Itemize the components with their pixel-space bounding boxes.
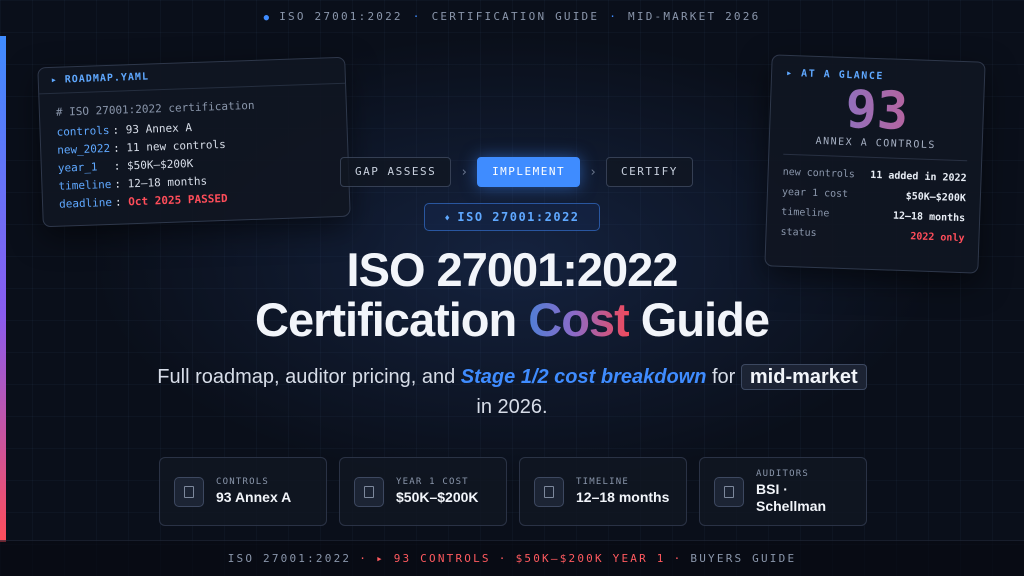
step-implement[interactable]: IMPLEMENT	[477, 157, 581, 187]
page-title-line-1: ISO 27001:2022	[346, 243, 679, 296]
top-strip: ● ISO 27001:2022 · CERTIFICATION GUIDE · MID-…	[263, 10, 761, 23]
stat-card-year-1-cost: YEAR 1 COST $50K–$200K	[339, 457, 507, 526]
subtitle: Full roadmap, auditor pricing, and Stage…	[112, 362, 912, 422]
top-strip-item: MID-MARKET 2026	[628, 10, 761, 23]
stat-card-timeline: TIMELINE 12–18 months	[519, 457, 687, 526]
step-gap-assess[interactable]: GAP ASSESS	[340, 157, 452, 187]
standard-tag: ♦ ISO 27001:2022	[424, 203, 600, 231]
stat-card-auditors: AUDITORS BSI · Schellman	[699, 457, 867, 526]
top-strip-item: ISO 27001:2022	[279, 10, 403, 23]
process-steps: GAP ASSESS › IMPLEMENT › CERTIFY	[340, 157, 693, 187]
document-icon	[714, 476, 744, 507]
glance-big-number: 93	[784, 80, 970, 142]
chevron-right-icon: ›	[589, 164, 597, 180]
step-certify[interactable]: CERTIFY	[606, 157, 693, 187]
stat-card-controls: CONTROLS 93 Annex A	[159, 457, 327, 526]
title-accent-word: Cost	[528, 293, 629, 346]
top-strip-item: CERTIFICATION GUIDE	[431, 10, 600, 23]
roadmap-yaml-card: ▸ ROADMAP.YAML # ISO 27001:2022 certific…	[37, 56, 351, 228]
document-icon	[174, 476, 204, 507]
document-icon	[534, 476, 564, 507]
status-dot-icon: ●	[263, 13, 272, 23]
chevron-right-icon: ›	[460, 164, 469, 180]
bottom-strip: ISO 27001:2022 · ▸ 93 CONTROLS · $50K–$200K …	[0, 540, 1024, 576]
at-a-glance-card: ▸ AT A GLANCE 93 ANNEX A CONTROLS new co…	[764, 54, 986, 274]
mid-market-chip: mid-market	[740, 364, 867, 390]
page-title-line-2: Certification Cost Guide	[255, 293, 770, 346]
stats-row: CONTROLS 93 Annex A YEAR 1 COST $50K–$200K…	[159, 457, 867, 526]
subtitle-accent: Stage 1/2 cost breakdown	[460, 366, 707, 388]
document-icon	[354, 476, 384, 507]
diamond-icon: ♦	[444, 214, 452, 224]
